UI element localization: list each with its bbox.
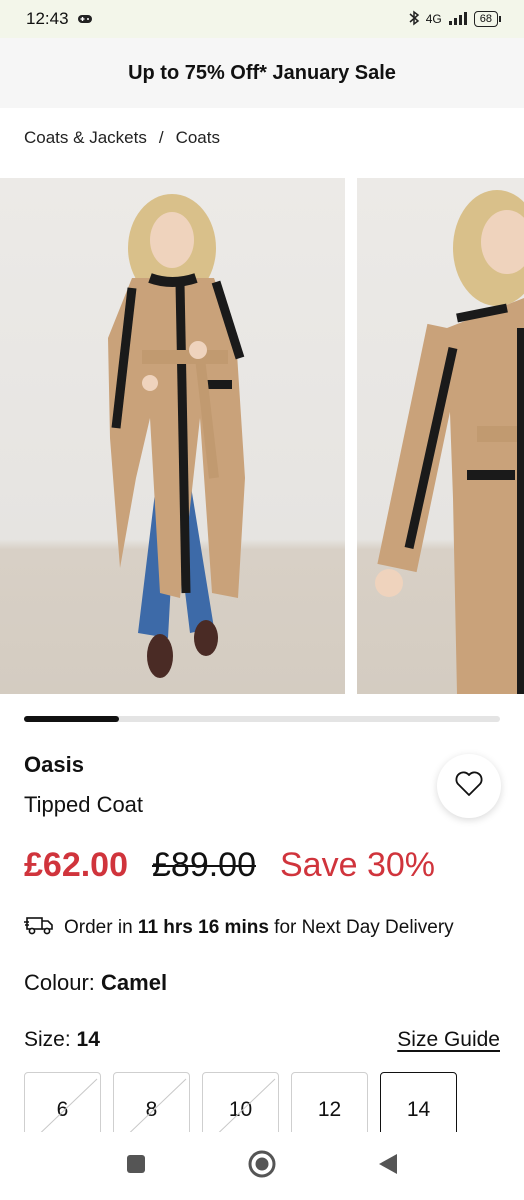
current-price: £62.00 — [24, 846, 128, 884]
heart-icon — [455, 771, 483, 802]
product-name: Tipped Coat — [24, 792, 144, 817]
wishlist-button[interactable] — [437, 754, 501, 818]
size-guide-link[interactable]: Size Guide — [397, 1028, 500, 1052]
product-brand[interactable]: Oasis — [24, 752, 84, 778]
size-options: 6 8 10 12 14 — [24, 1072, 524, 1132]
size-option-12[interactable]: 12 — [291, 1072, 368, 1132]
breadcrumb: Coats & Jackets / Coats — [24, 128, 220, 148]
system-navigation-bar — [0, 1132, 524, 1200]
delivery-countdown: 11 hrs 16 mins — [137, 917, 269, 938]
delivery-info: Order in 11 hrs 16 mins for Next Day Del… — [24, 914, 454, 942]
gallery-progress-fill — [24, 716, 120, 722]
product-image-side[interactable] — [357, 178, 524, 694]
size-label: Size: — [24, 1028, 77, 1051]
colour-label: Colour: — [24, 970, 102, 995]
promo-banner[interactable]: Up to 75% Off* January Sale — [0, 38, 524, 108]
home-button[interactable] — [247, 1149, 277, 1184]
breadcrumb-item-coats[interactable]: Coats — [176, 128, 220, 148]
colour-value: Camel — [101, 970, 168, 995]
battery-icon: 68 — [473, 11, 502, 27]
savings-text: Save 30% — [280, 846, 435, 884]
size-option-8[interactable]: 8 — [113, 1072, 190, 1132]
gallery-progress-bar[interactable] — [24, 716, 500, 722]
colour-selection: Colour: Camel — [24, 970, 167, 996]
breadcrumb-item-coats-jackets[interactable]: Coats & Jackets — [24, 128, 147, 148]
network-type: 4G — [425, 12, 442, 26]
size-value: 14 — [76, 1028, 100, 1051]
unavailable-strike — [129, 1078, 187, 1132]
product-image-front[interactable] — [0, 178, 345, 694]
price-block: £62.00 £89.00 Save 30% — [24, 846, 435, 885]
size-option-14[interactable]: 14 — [380, 1072, 457, 1132]
status-bar: 12:43 4G 68 — [0, 0, 524, 38]
unavailable-strike — [218, 1078, 276, 1132]
breadcrumb-separator: / — [158, 128, 164, 147]
size-option-label: 14 — [406, 1098, 431, 1121]
recents-button[interactable] — [125, 1153, 147, 1180]
delivery-truck-icon — [24, 914, 54, 942]
back-button[interactable] — [377, 1152, 399, 1181]
size-header: Size: 14 Size Guide — [24, 1028, 500, 1052]
product-image-gallery[interactable] — [0, 178, 524, 694]
gamepad-icon — [77, 9, 93, 29]
size-option-label: 12 — [317, 1098, 342, 1121]
bluetooth-icon — [408, 10, 420, 29]
promo-text: Up to 75% Off* January Sale — [128, 61, 396, 84]
delivery-prefix: Order in — [64, 917, 138, 938]
signal-icon — [448, 11, 468, 28]
original-price: £89.00 — [152, 846, 256, 884]
delivery-suffix: for Next Day Delivery — [268, 917, 454, 938]
unavailable-strike — [40, 1078, 98, 1132]
size-option-10[interactable]: 10 — [202, 1072, 279, 1132]
size-option-6[interactable]: 6 — [24, 1072, 101, 1132]
status-time: 12:43 — [26, 9, 69, 28]
